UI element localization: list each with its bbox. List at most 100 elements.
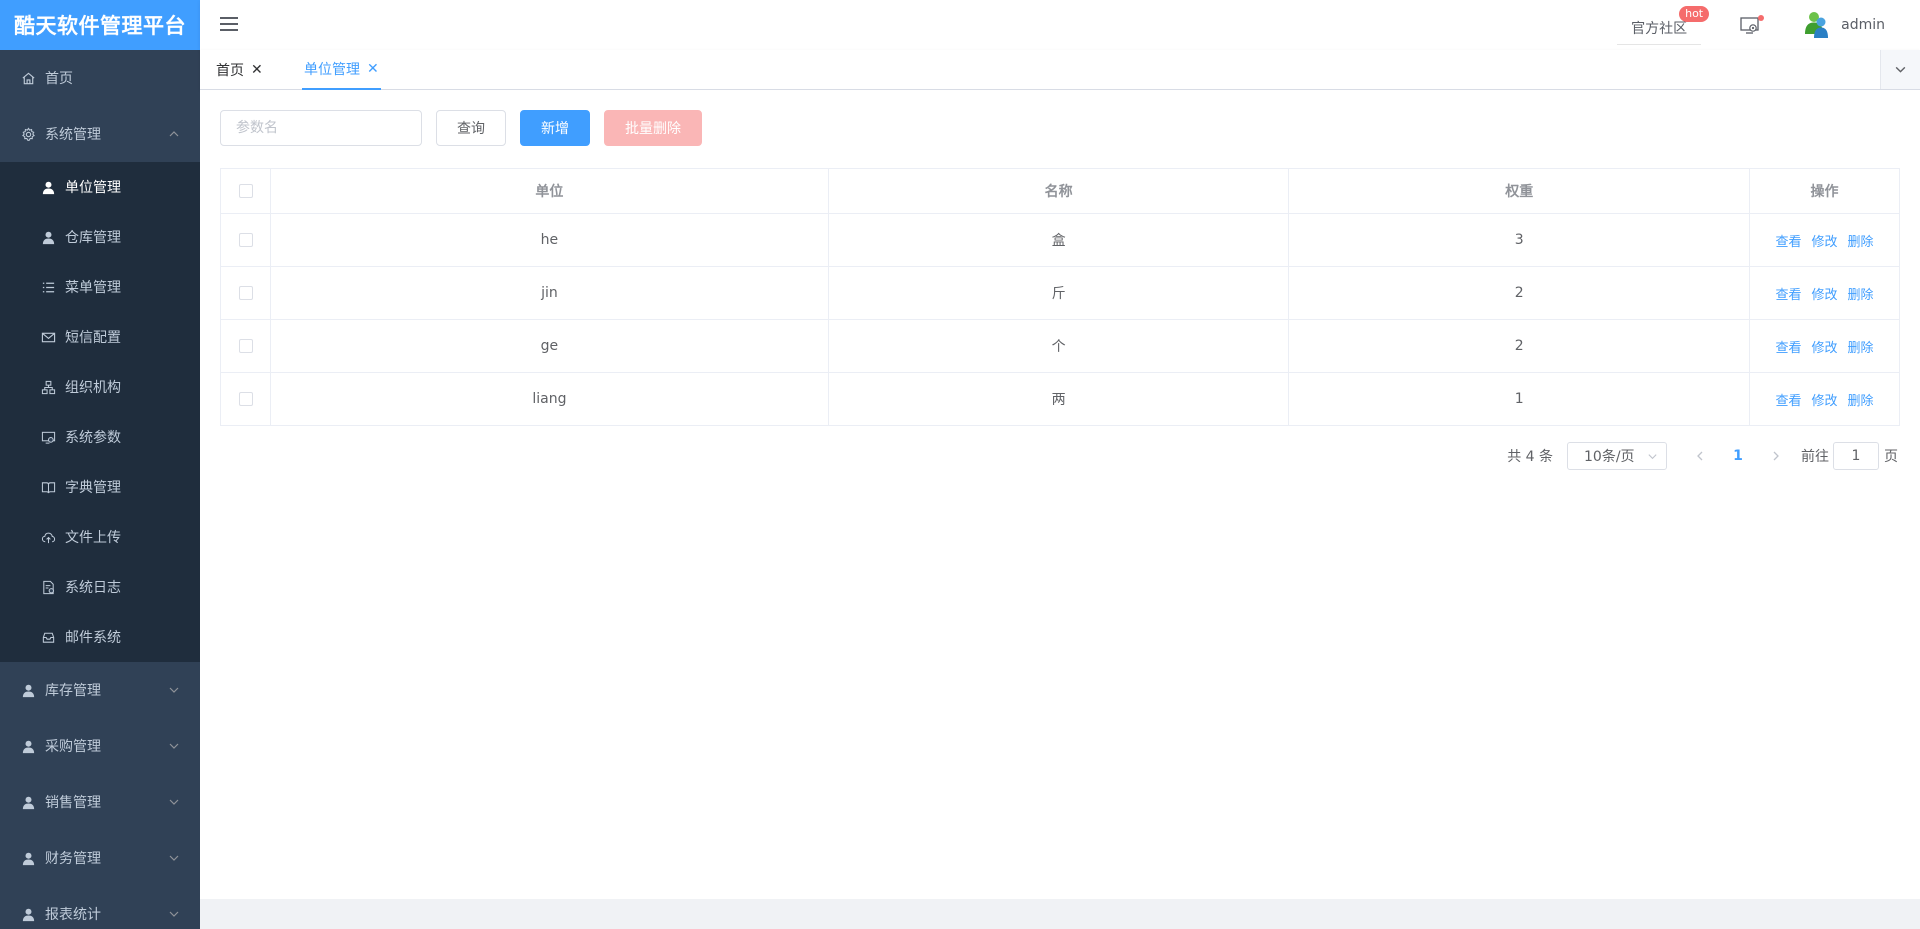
org-icon [40,379,56,395]
view-link[interactable]: 查看 [1775,288,1801,303]
tab-home[interactable]: 首页 ✕ [216,50,263,90]
cell-actions: 查看 修改 删除 [1749,372,1900,426]
batch-delete-button[interactable]: 批量删除 [604,110,702,146]
pagination: 共 4 条 10条/页 1 前往 页 [220,442,1900,470]
app-logo-title: 酷天软件管理平台 [0,0,200,50]
sidebar-item-system[interactable]: 系统管理 [0,106,200,162]
sidebar-item-label: 财务管理 [45,851,101,867]
view-link[interactable]: 查看 [1775,235,1801,250]
prev-page-button[interactable] [1685,442,1715,470]
log-icon [40,579,56,595]
cell-actions: 查看 修改 删除 [1749,266,1900,320]
select-all-cell [220,168,271,214]
column-header-actions: 操作 [1749,168,1900,214]
table-row: liang 两 1 查看 修改 删除 [220,372,1900,426]
sidebar-item-file-upload[interactable]: 文件上传 [0,512,200,562]
delete-link[interactable]: 删除 [1848,341,1874,356]
edit-link[interactable]: 修改 [1811,394,1837,409]
sidebar-item-label: 采购管理 [45,739,101,755]
delete-link[interactable]: 删除 [1848,394,1874,409]
unit-table: 单位 名称 权重 操作 he 盒 3 查看 修改 删除 jin 斤 2 查看 修… [220,168,1900,426]
goto-label: 前往 [1801,449,1829,465]
chevron-down-icon [169,855,179,861]
screen-settings-icon[interactable] [1739,14,1765,36]
sidebar-item-reports[interactable]: 报表统计 [0,886,200,929]
sidebar-item-inventory[interactable]: 库存管理 [0,662,200,718]
select-all-checkbox[interactable] [238,184,253,198]
sidebar-item-label: 系统日志 [65,580,121,596]
param-search-input[interactable] [220,110,422,146]
sidebar-item-label: 系统管理 [45,127,101,143]
row-checkbox[interactable] [238,286,253,300]
add-button[interactable]: 新增 [520,110,590,146]
bottom-strip [200,899,1920,929]
sidebar-item-label: 销售管理 [45,795,101,811]
sidebar-item-mail-system[interactable]: 邮件系统 [0,612,200,662]
cell-weight: 2 [1288,266,1750,320]
table-header-row: 单位 名称 权重 操作 [220,168,1900,214]
sidebar-item-menu-management[interactable]: 菜单管理 [0,262,200,312]
row-checkbox[interactable] [238,233,253,247]
tags-view: 首页 ✕ 单位管理 ✕ [200,50,1920,90]
table-row: jin 斤 2 查看 修改 删除 [220,266,1900,320]
row-select-cell [220,266,271,320]
sidebar-item-system-params[interactable]: 系统参数 [0,412,200,462]
tabs-more-button[interactable] [1880,50,1920,89]
edit-link[interactable]: 修改 [1811,235,1837,250]
cell-name: 个 [827,319,1290,373]
table-row: ge 个 2 查看 修改 删除 [220,319,1900,373]
sidebar-item-label: 字典管理 [65,480,121,496]
mail-icon [40,329,56,345]
cell-actions: 查看 修改 删除 [1749,213,1900,267]
page-size-value: 10条/页 [1584,449,1635,465]
sidebar-item-organization[interactable]: 组织机构 [0,362,200,412]
chevron-down-icon [1648,454,1657,460]
sidebar-item-dictionary[interactable]: 字典管理 [0,462,200,512]
column-header-unit: 单位 [270,168,829,214]
sidebar-item-sales[interactable]: 销售管理 [0,774,200,830]
sidebar-item-label: 组织机构 [65,380,121,396]
sidebar-item-purchasing[interactable]: 采购管理 [0,718,200,774]
sidebar-item-system-log[interactable]: 系统日志 [0,562,200,612]
cell-actions: 查看 修改 删除 [1749,319,1900,373]
view-link[interactable]: 查看 [1775,394,1801,409]
user-icon [20,906,36,922]
delete-link[interactable]: 删除 [1848,288,1874,303]
pagination-total: 共 4 条 [1507,449,1553,465]
query-button[interactable]: 查询 [436,110,506,146]
book-icon [40,479,56,495]
sidebar: 酷天软件管理平台 首页 系统管理 单位管理 仓库管理 菜单管理 短信配置 组织机… [0,0,200,929]
page-number-current[interactable]: 1 [1723,442,1753,470]
sidebar-item-label: 库存管理 [45,683,101,699]
page-size-select[interactable]: 10条/页 [1567,442,1667,470]
edit-link[interactable]: 修改 [1811,288,1837,303]
hamburger-menu-icon[interactable] [220,17,238,33]
row-checkbox[interactable] [238,392,253,406]
delete-link[interactable]: 删除 [1848,235,1874,250]
user-icon [40,179,56,195]
user-icon [20,738,36,754]
sidebar-item-label: 菜单管理 [65,280,121,296]
goto-page-input[interactable] [1833,442,1879,470]
settings-screen-icon [40,429,56,445]
close-icon[interactable]: ✕ [251,62,263,78]
sidebar-item-finance[interactable]: 财务管理 [0,830,200,886]
sidebar-item-warehouse-management[interactable]: 仓库管理 [0,212,200,262]
row-checkbox[interactable] [238,339,253,353]
sidebar-item-home[interactable]: 首页 [0,50,200,106]
sidebar-item-unit-management[interactable]: 单位管理 [0,162,200,212]
community-link[interactable]: 官方社区 hot [1617,5,1710,45]
next-page-button[interactable] [1761,442,1791,470]
main-content: 查询 新增 批量删除 单位 名称 权重 操作 he 盒 3 查看修改删除 [200,90,1920,899]
sidebar-item-label: 邮件系统 [65,630,121,646]
tab-unit-management[interactable]: 单位管理 ✕ [302,50,381,90]
edit-link[interactable]: 修改 [1811,341,1837,356]
toolbar: 查询 新增 批量删除 [220,110,1900,146]
view-link[interactable]: 查看 [1775,341,1801,356]
row-select-cell [220,319,271,373]
user-dropdown[interactable]: admin [1801,10,1885,40]
column-header-name: 名称 [827,168,1290,214]
close-icon[interactable]: ✕ [367,61,379,77]
row-select-cell [220,213,271,267]
sidebar-item-sms-config[interactable]: 短信配置 [0,312,200,362]
